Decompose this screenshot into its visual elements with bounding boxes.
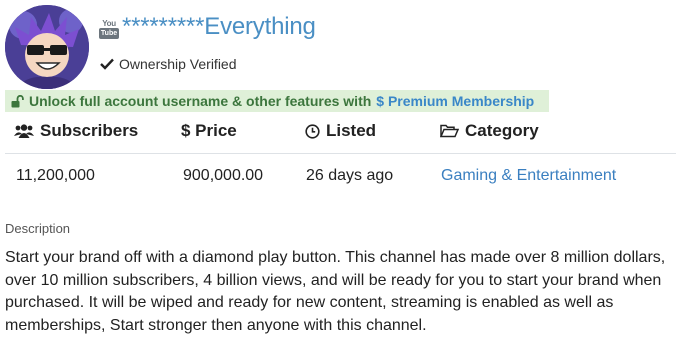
listed-value: 26 days ago <box>306 167 394 184</box>
clock-icon <box>305 123 320 139</box>
ownership-verified-badge: Ownership Verified <box>100 56 237 72</box>
youtube-icon: You Tube <box>98 19 120 41</box>
channel-name[interactable]: *********Everything <box>122 13 316 41</box>
checkmark-icon <box>100 58 114 70</box>
subscribers-value: 11,200,000 <box>16 167 95 184</box>
unlock-premium-banner: Unlock full account username & other fea… <box>5 90 549 112</box>
listed-header-label: Listed <box>326 121 377 140</box>
stats-value-row: 11,200,000 900,000.00 26 days ago Gaming… <box>0 167 680 189</box>
listing-title: You Tube *********Everything <box>98 13 316 41</box>
category-header: Category <box>440 121 539 141</box>
listed-header: Listed <box>305 121 376 141</box>
category-header-label: Category <box>465 121 539 140</box>
table-divider <box>5 153 676 154</box>
unlock-icon <box>11 94 24 107</box>
stats-header-row: Subscribers $ Price Listed Category <box>0 121 680 145</box>
description-label: Description <box>5 221 71 236</box>
folder-open-icon <box>440 124 459 138</box>
youtube-logo-you: You <box>102 19 116 28</box>
users-icon <box>14 124 34 138</box>
premium-membership-link[interactable]: $ Premium Membership <box>376 93 534 109</box>
price-header: $ Price <box>181 121 237 141</box>
category-link[interactable]: Gaming & Entertainment <box>441 167 616 185</box>
channel-avatar <box>5 5 89 89</box>
price-header-label: $ Price <box>181 121 237 140</box>
subscribers-header: Subscribers <box>14 121 138 141</box>
unlock-banner-text: Unlock full account username & other fea… <box>29 93 372 109</box>
price-value: 900,000.00 <box>183 167 264 184</box>
youtube-logo-tube: Tube <box>98 28 120 39</box>
description-text: Start your brand off with a diamond play… <box>5 249 666 334</box>
subscribers-header-label: Subscribers <box>40 121 139 140</box>
verified-label: Ownership Verified <box>119 56 237 72</box>
